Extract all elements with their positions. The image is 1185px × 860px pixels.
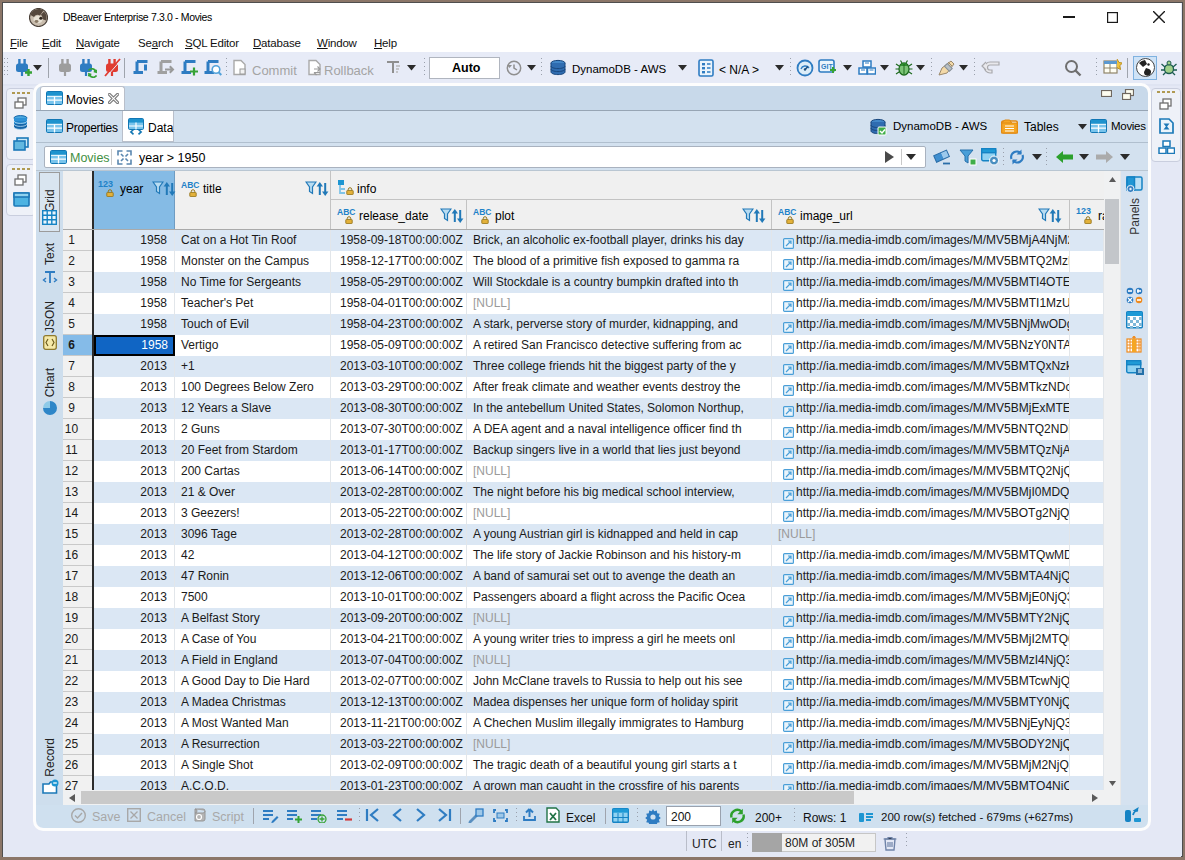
svg-text:GIT: GIT [821,63,833,70]
